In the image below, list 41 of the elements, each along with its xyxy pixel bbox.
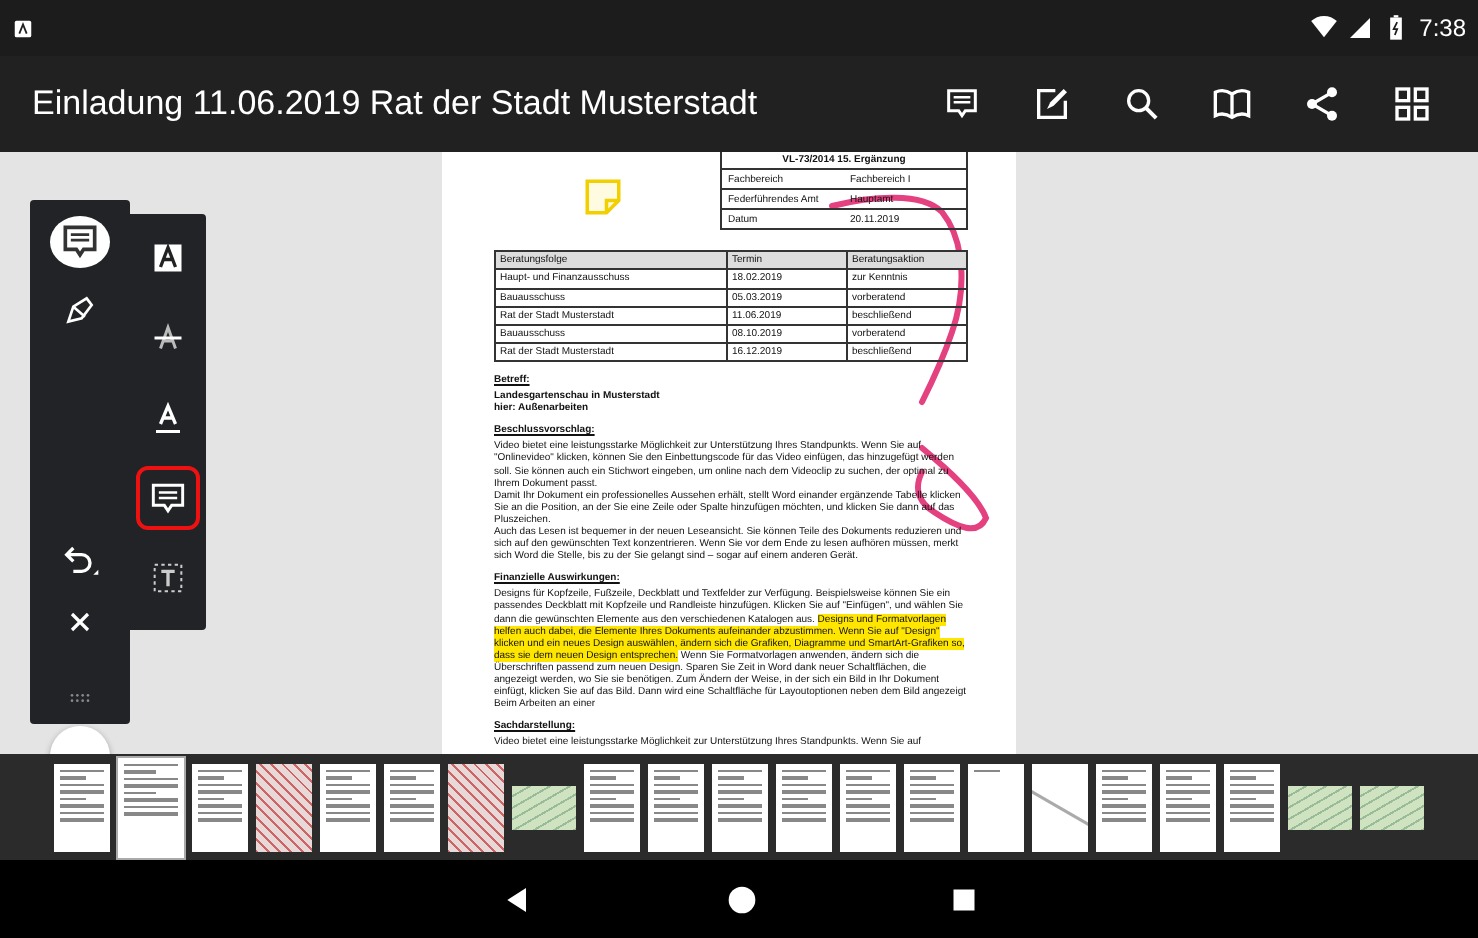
clock-time: 7:38 <box>1419 14 1466 42</box>
app-notification-icon <box>12 17 34 39</box>
note-tool-button[interactable] <box>136 466 200 530</box>
page-thumbnail[interactable] <box>776 763 832 851</box>
page-thumbnail[interactable] <box>1096 763 1152 851</box>
page-thumbnail[interactable] <box>1160 763 1216 851</box>
signal-icon <box>1347 16 1372 40</box>
page-thumbnail[interactable] <box>54 763 110 851</box>
page-thumbnail[interactable] <box>904 763 960 851</box>
page-thumbnail[interactable] <box>118 757 184 857</box>
sketch-thumbnail[interactable] <box>1032 763 1088 851</box>
map-thumbnail[interactable] <box>256 763 312 851</box>
highlight-text-icon[interactable] <box>150 240 186 276</box>
landscape-thumbnail[interactable] <box>1288 785 1352 829</box>
grid-icon <box>1392 84 1432 124</box>
landscape-thumbnail[interactable] <box>1360 785 1424 829</box>
document-title: Einladung 11.06.2019 Rat der Stadt Musterstadt <box>32 84 760 124</box>
page-thumbnail[interactable] <box>712 763 768 851</box>
book-icon <box>1212 84 1252 124</box>
page-thumbnail[interactable] <box>648 763 704 851</box>
page-thumbnail[interactable] <box>192 763 248 851</box>
textbox-icon[interactable] <box>148 558 188 598</box>
map-thumbnail[interactable] <box>448 763 504 851</box>
comment-list-icon <box>942 84 982 124</box>
page-thumbnail[interactable] <box>968 763 1024 851</box>
search-icon <box>1122 84 1162 124</box>
wifi-icon <box>1309 14 1338 42</box>
home-button[interactable] <box>725 883 757 915</box>
page-thumbnail[interactable] <box>584 763 640 851</box>
underline-icon[interactable] <box>150 400 186 436</box>
recents-button[interactable] <box>949 885 977 913</box>
share-icon <box>1302 84 1342 124</box>
home-icon <box>725 883 757 915</box>
recents-icon <box>949 885 977 913</box>
comment-tool-button[interactable] <box>50 216 110 268</box>
landscape-thumbnail[interactable] <box>512 785 576 829</box>
page-thumbnail[interactable] <box>1224 763 1280 851</box>
page-thumbnail[interactable] <box>840 763 896 851</box>
page-thumbnail[interactable] <box>320 763 376 851</box>
edit-icon <box>1032 84 1072 124</box>
page-thumbnail[interactable] <box>384 763 440 851</box>
